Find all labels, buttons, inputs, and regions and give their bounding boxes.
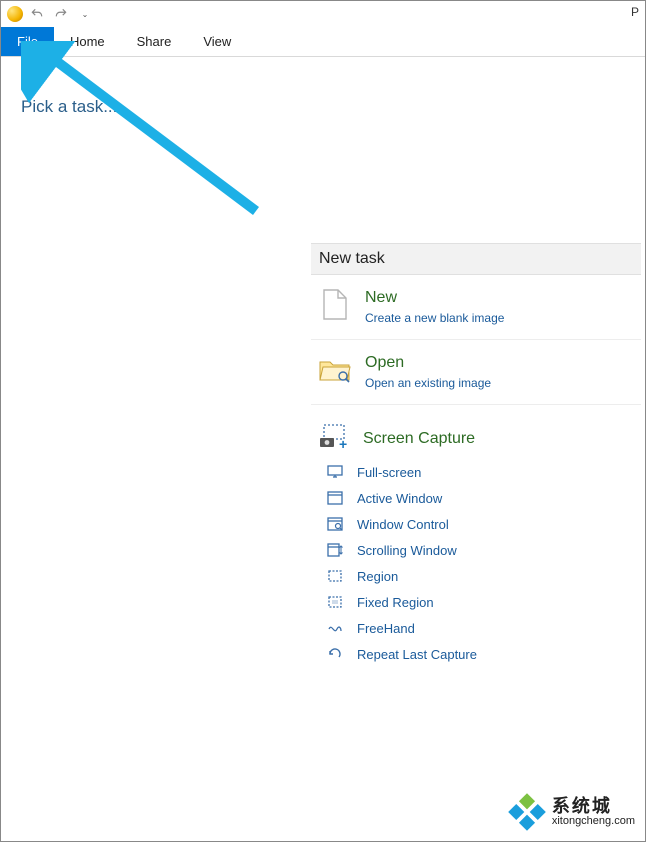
capture-label: Scrolling Window xyxy=(357,543,457,558)
panel-header: New task xyxy=(311,243,641,275)
pick-a-task-label: Pick a task... xyxy=(21,97,117,117)
tab-file[interactable]: File xyxy=(1,27,54,56)
undo-button[interactable] xyxy=(27,4,47,24)
screen-capture-list: Full-screen Active Window Window Control… xyxy=(311,464,641,662)
capture-label: FreeHand xyxy=(357,621,415,636)
new-title: New xyxy=(365,289,504,307)
capture-label: Region xyxy=(357,569,398,584)
new-file-icon xyxy=(319,289,351,321)
open-task-item[interactable]: Open Open an existing image xyxy=(311,340,641,405)
capture-repeat-last[interactable]: Repeat Last Capture xyxy=(327,646,641,662)
capture-region[interactable]: Region xyxy=(327,568,641,584)
monitor-icon xyxy=(327,464,343,480)
watermark-url: xitongcheng.com xyxy=(552,816,635,828)
capture-label: Full-screen xyxy=(357,465,421,480)
tab-home[interactable]: Home xyxy=(54,27,121,56)
open-subtitle: Open an existing image xyxy=(365,376,491,390)
capture-label: Repeat Last Capture xyxy=(357,647,477,662)
open-title: Open xyxy=(365,354,491,372)
capture-label: Active Window xyxy=(357,491,442,506)
capture-fixed-region[interactable]: Fixed Region xyxy=(327,594,641,610)
freehand-icon xyxy=(327,620,343,636)
capture-scrolling-window[interactable]: Scrolling Window xyxy=(327,542,641,558)
svg-text:+: + xyxy=(339,436,347,451)
annotation-arrow xyxy=(21,41,281,231)
window-icon xyxy=(327,490,343,506)
capture-label: Fixed Region xyxy=(357,595,434,610)
window-control-icon xyxy=(327,516,343,532)
watermark-logo-icon xyxy=(508,793,546,831)
capture-active-window[interactable]: Active Window xyxy=(327,490,641,506)
new-task-item[interactable]: New Create a new blank image xyxy=(311,275,641,340)
watermark-cn: 系统城 xyxy=(552,797,635,816)
screen-capture-header: + Screen Capture xyxy=(311,405,641,464)
fixed-region-icon xyxy=(327,594,343,610)
tab-view[interactable]: View xyxy=(187,27,247,56)
scrolling-window-icon xyxy=(327,542,343,558)
titlebar-truncated-text: P xyxy=(631,5,639,19)
chevron-down-icon: ⌄ xyxy=(82,10,89,19)
screen-capture-title: Screen Capture xyxy=(363,430,475,448)
capture-label: Window Control xyxy=(357,517,449,532)
undo-icon xyxy=(30,7,44,21)
tab-share[interactable]: Share xyxy=(121,27,188,56)
quick-access-toolbar: ⌄ xyxy=(1,1,645,27)
capture-freehand[interactable]: FreeHand xyxy=(327,620,641,636)
app-icon xyxy=(7,6,23,22)
folder-open-icon xyxy=(319,354,351,386)
ribbon-tabs: File Home Share View xyxy=(1,27,645,57)
capture-full-screen[interactable]: Full-screen xyxy=(327,464,641,480)
watermark: 系统城 xitongcheng.com xyxy=(508,793,635,831)
screen-capture-icon: + xyxy=(319,423,349,454)
new-task-panel: New task New Create a new blank image Op… xyxy=(311,243,641,662)
repeat-icon xyxy=(327,646,343,662)
capture-window-control[interactable]: Window Control xyxy=(327,516,641,532)
region-icon xyxy=(327,568,343,584)
redo-button[interactable] xyxy=(51,4,71,24)
redo-icon xyxy=(54,7,68,21)
qat-customize-dropdown[interactable]: ⌄ xyxy=(75,4,95,24)
new-subtitle: Create a new blank image xyxy=(365,311,504,325)
